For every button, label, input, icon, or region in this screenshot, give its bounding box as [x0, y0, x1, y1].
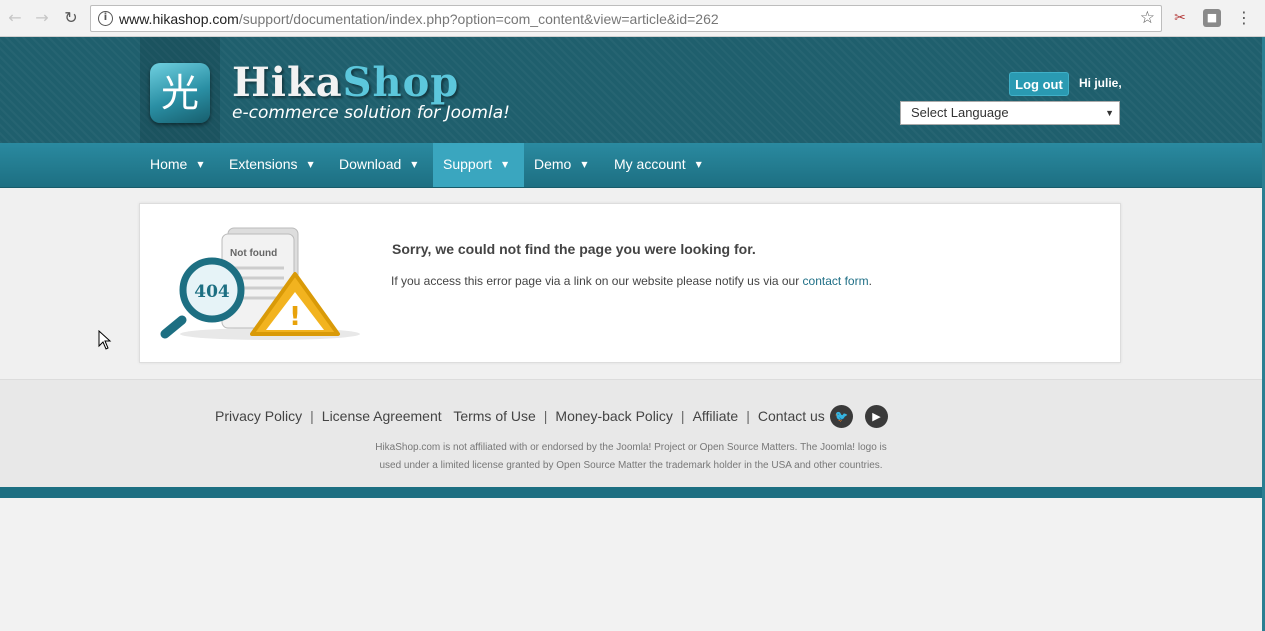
mouse-cursor-icon [98, 330, 112, 350]
error-card: Not found 404 ! Sorry, we could not find… [139, 203, 1121, 363]
site-logo[interactable]: 光 HikaShop e-commerce solution for Jooml… [140, 37, 520, 143]
menu-dots-icon[interactable]: ⋮ [1235, 9, 1253, 27]
badge-text: 404 [194, 282, 230, 302]
info-icon[interactable]: i [98, 11, 113, 26]
chevron-down-icon: ▼ [411, 160, 418, 170]
disclaimer-line-1: HikaShop.com is not affiliated with or e… [375, 442, 887, 453]
forward-arrow-icon[interactable]: → [33, 9, 51, 27]
chevron-down-icon: ▼ [502, 160, 509, 170]
logo-shop: Shop [342, 59, 460, 106]
user-greeting: Hi julie, [1079, 76, 1122, 90]
footer-links: Privacy Policy | License Agreement Terms o… [215, 408, 844, 424]
extension-icon[interactable]: ✂ [1171, 9, 1189, 27]
logo-icon: 光 [150, 63, 210, 123]
logo-title: HikaShop [232, 59, 459, 106]
not-found-illustration-icon: Not found 404 ! [160, 227, 360, 340]
footer-link-terms[interactable]: Terms of Use [453, 408, 535, 424]
menu-item-label: Support [443, 156, 493, 172]
menu-item-label: Demo [534, 156, 572, 172]
reload-icon[interactable]: ↻ [62, 9, 80, 27]
svg-text:!: ! [289, 302, 301, 332]
main-menu: Home ▼ Extensions ▼ Download ▼ Support ▼ Dem… [0, 143, 1262, 188]
page-background [0, 498, 1262, 631]
error-message: If you access this error page via a link… [391, 274, 872, 288]
footer-bottom-bar [0, 487, 1262, 498]
footer-link-license[interactable]: License Agreement [322, 408, 442, 424]
logo-tagline: e-commerce solution for Joomla! [232, 103, 510, 123]
chevron-down-icon: ▼ [695, 160, 702, 170]
error-title: Sorry, we could not find the page you we… [392, 241, 756, 257]
menu-item-label: Home [150, 156, 188, 172]
url-host: www.hikashop.com [119, 11, 239, 27]
chevron-down-icon: ▼ [197, 160, 204, 170]
menu-item-extensions[interactable]: Extensions ▼ [219, 143, 329, 187]
separator: | [543, 408, 548, 424]
menu-item-label: Extensions [229, 156, 298, 172]
chevron-down-icon: ▼ [1105, 108, 1114, 118]
separator: | [746, 408, 750, 424]
language-select-value: Select Language [911, 105, 1009, 120]
menu-item-label: Download [339, 156, 402, 172]
url-path: /support/documentation/index.php?option=… [238, 11, 719, 27]
language-select[interactable]: Select Language ▼ [900, 101, 1120, 125]
menu-item-download[interactable]: Download ▼ [329, 143, 433, 187]
separator: | [680, 408, 685, 424]
site-header: 光 HikaShop e-commerce solution for Jooml… [0, 37, 1262, 143]
menu-item-support[interactable]: Support ▼ [433, 143, 524, 187]
youtube-icon[interactable]: ▶ [865, 405, 888, 428]
contact-form-link[interactable]: contact form [803, 274, 869, 288]
logo-hika: Hika [232, 59, 343, 106]
footer-link-affiliate[interactable]: Affiliate [693, 408, 739, 424]
browser-toolbar: ← → ↻ i www.hikashop.com/support/documen… [0, 0, 1265, 37]
menu-item-my-account[interactable]: My account ▼ [604, 143, 720, 187]
doc-text: Not found [230, 248, 277, 259]
footer-link-privacy[interactable]: Privacy Policy [215, 408, 302, 424]
menu-item-label: My account [614, 156, 686, 172]
address-bar[interactable]: i www.hikashop.com/support/documentation… [90, 5, 1162, 32]
star-icon[interactable]: ☆ [1140, 8, 1155, 28]
error-text-before: If you access this error page via a link… [391, 274, 803, 288]
logout-button[interactable]: Log out [1009, 72, 1069, 96]
chevron-down-icon: ▼ [307, 160, 314, 170]
chevron-down-icon: ▼ [581, 160, 588, 170]
back-arrow-icon[interactable]: ← [6, 9, 24, 27]
menu-item-home[interactable]: Home ▼ [140, 143, 219, 187]
error-text-after: . [868, 274, 872, 288]
url-text[interactable]: www.hikashop.com/support/documentation/i… [119, 11, 719, 27]
menu-item-demo[interactable]: Demo ▼ [524, 143, 604, 187]
extension-icon[interactable]: ■ [1203, 9, 1221, 27]
footer-link-contact[interactable]: Contact us [758, 408, 825, 424]
separator: | [310, 408, 314, 424]
twitter-icon[interactable]: 🐦 [830, 405, 853, 428]
disclaimer-line-2: used under a limited license granted by … [379, 460, 883, 471]
footer-link-money-back[interactable]: Money-back Policy [555, 408, 673, 424]
site-footer: Privacy Policy | License Agreement Terms o… [0, 379, 1262, 487]
